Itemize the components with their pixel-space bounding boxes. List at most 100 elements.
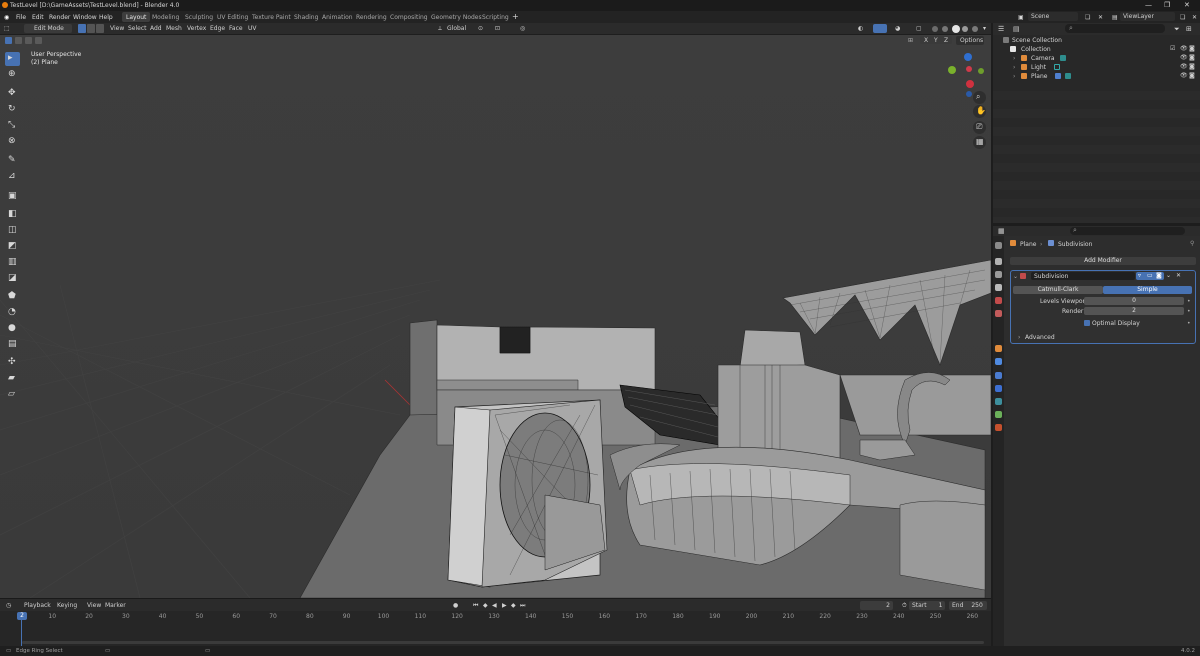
selection-mode-new-icon[interactable] <box>5 37 12 44</box>
zoom-icon[interactable]: ⌕ <box>973 91 986 104</box>
outliner-row-camera[interactable]: › Camera 👁 ◙ <box>993 54 1200 63</box>
menu-uv[interactable]: UV <box>248 25 257 32</box>
camera-view-icon[interactable]: ⎚ <box>973 121 986 134</box>
plane-render-icon[interactable]: ◙ <box>1189 72 1195 79</box>
timeline-menu-keying[interactable]: Keying <box>57 602 77 609</box>
jump-start-icon[interactable]: ⏮ <box>473 602 478 610</box>
advanced-section-label[interactable]: Advanced <box>1025 334 1055 341</box>
collection-exclude-checkbox[interactable]: ☑ <box>1170 45 1175 52</box>
tab-animation[interactable]: Animation <box>318 12 357 22</box>
current-frame-field[interactable]: 2 <box>860 601 893 610</box>
tab-geometry-nodes[interactable]: Geometry Nodes <box>427 12 486 22</box>
move-tool[interactable]: ✥ <box>5 87 20 101</box>
jump-keyframe-forward-icon[interactable]: ◆ <box>511 602 516 609</box>
render-levels-field[interactable]: 2 <box>1084 307 1184 315</box>
scene-tab-icon[interactable] <box>995 297 1002 304</box>
tab-scripting[interactable]: Scripting <box>478 12 513 22</box>
modifier-collapse-icon[interactable]: ⌄ <box>1013 273 1018 280</box>
output-tab-icon[interactable] <box>995 271 1002 278</box>
tab-sculpting[interactable]: Sculpting <box>181 12 217 22</box>
pan-hand-icon[interactable]: ✋ <box>973 105 986 118</box>
timeline-editor-icon[interactable]: ◷ <box>6 602 11 609</box>
add-cube-tool[interactable]: ▣ <box>5 190 20 204</box>
record-icon[interactable]: ● <box>453 602 458 609</box>
scale-tool[interactable]: ⤡ <box>5 119 20 133</box>
menu-render[interactable]: Render <box>49 14 70 21</box>
jump-keyframe-back-icon[interactable]: ◆ <box>483 602 488 609</box>
camera-render-icon[interactable]: ◙ <box>1189 54 1195 61</box>
render-tab-icon[interactable] <box>995 258 1002 265</box>
spin-tool[interactable]: ◔ <box>5 306 20 320</box>
end-frame-field[interactable]: End 250 <box>949 601 987 610</box>
material-tab-icon[interactable] <box>995 424 1002 431</box>
smooth-tool[interactable]: ● <box>5 322 20 336</box>
tab-compositing[interactable]: Compositing <box>386 12 432 22</box>
rendered-shading-icon[interactable] <box>972 26 978 32</box>
timeline-scrollbar[interactable] <box>22 641 984 644</box>
menu-edit[interactable]: Edit <box>32 14 44 21</box>
face-select-mode-button[interactable] <box>96 24 104 33</box>
transform-tool[interactable]: ⊗ <box>5 135 20 149</box>
keyframe-dot-icon[interactable]: • <box>1187 308 1191 315</box>
menu-add[interactable]: Add <box>150 25 162 32</box>
poly-build-tool[interactable]: ⬟ <box>5 290 20 304</box>
blender-menu-icon[interactable]: ◉ <box>4 14 9 21</box>
rip-region-tool[interactable]: ▱ <box>5 388 20 402</box>
data-tab-icon[interactable] <box>995 411 1002 418</box>
vertex-select-mode-button[interactable] <box>78 24 86 33</box>
plane-visibility-eye-icon[interactable]: 👁 <box>1180 72 1188 79</box>
orientation-selector[interactable]: Global <box>447 25 466 32</box>
tool-tab-icon[interactable] <box>995 242 1002 249</box>
scene-remove-icon[interactable]: ✕ <box>1098 14 1103 21</box>
tab-rendering[interactable]: Rendering <box>352 12 391 22</box>
measure-tool[interactable]: ⊿ <box>5 170 20 184</box>
outliner-row-light[interactable]: › Light 👁 ◙ <box>993 63 1200 72</box>
timeline-menu-marker[interactable]: Marker <box>105 602 126 609</box>
gizmo-z-axis-icon[interactable] <box>964 53 972 61</box>
preview-range-icon[interactable]: ⏱ <box>902 602 907 610</box>
expand-arrow-icon[interactable]: › <box>1013 55 1015 62</box>
solid-shading-icon[interactable] <box>952 25 960 33</box>
view-layer-browse-icon[interactable]: ❏ <box>1180 14 1185 21</box>
snap-icon[interactable]: ⊡ <box>495 25 500 32</box>
properties-editor-icon[interactable]: ▦ <box>998 227 1005 235</box>
outliner-editor-icon[interactable]: ☰ <box>998 25 1004 33</box>
outliner-search-input[interactable] <box>1065 24 1165 33</box>
extrude-tool[interactable]: ◧ <box>5 208 20 222</box>
outliner-row-plane[interactable]: › Plane 👁 ◙ <box>993 72 1200 81</box>
cursor-tool[interactable]: ⊕ <box>5 68 20 82</box>
advanced-expand-icon[interactable]: › <box>1018 334 1020 341</box>
inset-tool[interactable]: ◫ <box>5 224 20 238</box>
play-icon[interactable]: ▶ <box>502 602 507 609</box>
scene-browse-icon[interactable]: ❏ <box>1085 14 1090 21</box>
tab-texture-paint[interactable]: Texture Paint <box>248 12 295 22</box>
light-render-icon[interactable]: ◙ <box>1189 63 1195 70</box>
collection-visibility-eye-icon[interactable]: 👁 <box>1180 45 1188 52</box>
proportional-edit-icon[interactable]: ◎ <box>520 25 525 32</box>
material-shading-icon[interactable] <box>962 26 968 32</box>
collection-render-camera-icon[interactable]: ◙ <box>1189 45 1195 52</box>
modifier-dropdown-icon[interactable]: ⌄ <box>1166 272 1171 279</box>
outliner-row-collection[interactable]: Collection ☑ 👁 ◙ <box>993 45 1200 54</box>
light-visibility-eye-icon[interactable]: 👁 <box>1180 63 1188 70</box>
knife-tool[interactable]: ◪ <box>5 272 20 286</box>
editor-type-icon[interactable]: ⬚ <box>4 25 10 32</box>
overlays-icon[interactable]: ◕ <box>895 25 900 32</box>
view-layer-tab-icon[interactable] <box>995 284 1002 291</box>
menu-select[interactable]: Select <box>128 25 147 32</box>
menu-view[interactable]: View <box>110 25 124 32</box>
expand-arrow-icon[interactable]: › <box>1013 64 1015 71</box>
add-modifier-button[interactable]: Add Modifier <box>1010 257 1196 265</box>
view-layer-selector[interactable]: ViewLayer <box>1120 12 1175 21</box>
selection-mode-subtract-icon[interactable] <box>25 37 32 44</box>
jump-end-icon[interactable]: ⏭ <box>520 602 525 610</box>
levels-viewport-field[interactable]: 0 <box>1084 297 1184 305</box>
menu-help[interactable]: Help <box>99 14 113 21</box>
pin-icon[interactable]: ⚲ <box>1190 240 1194 247</box>
mirror-z-toggle[interactable]: Z <box>944 37 948 44</box>
modifier-tab-icon[interactable] <box>995 358 1002 365</box>
maximize-icon[interactable]: ❐ <box>1164 1 1170 9</box>
mirror-icon[interactable]: ⊞ <box>908 37 913 44</box>
catmull-clark-tab[interactable]: Catmull-Clark <box>1013 286 1103 294</box>
gizmo-toggle-button[interactable] <box>873 24 887 33</box>
